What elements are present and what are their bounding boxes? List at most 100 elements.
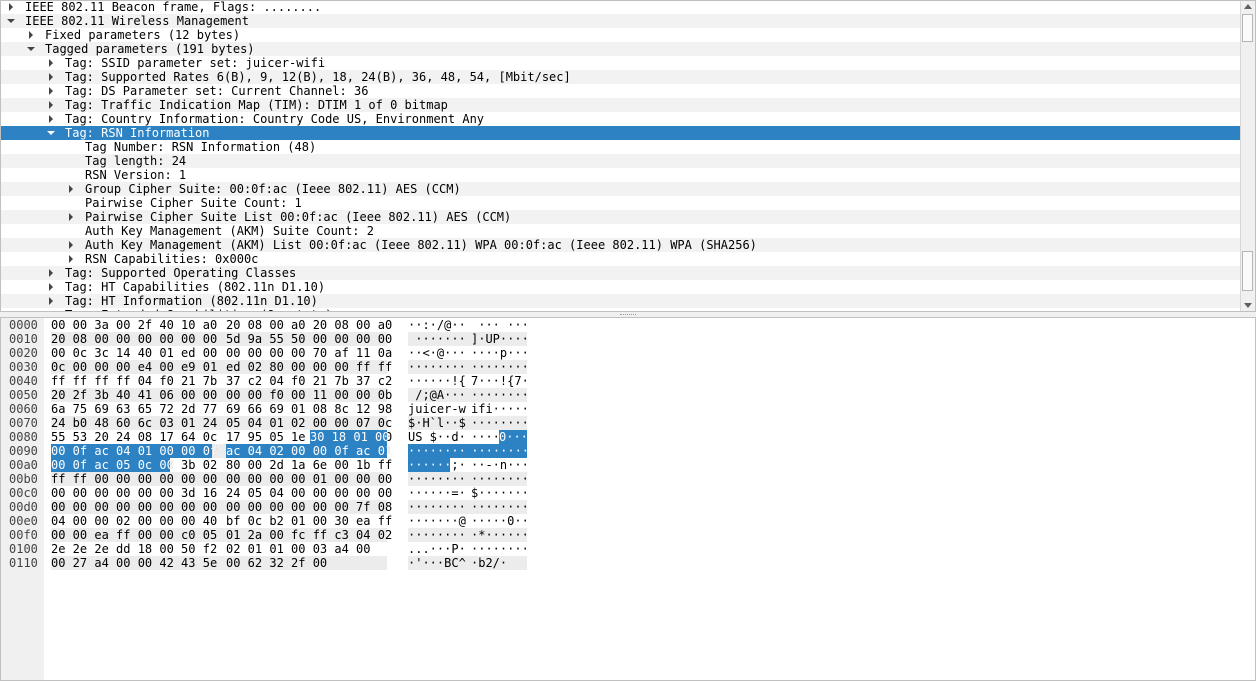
ascii-bytes-group[interactable]: ········ xyxy=(471,416,529,430)
scroll-down-arrow-icon[interactable] xyxy=(1244,303,1252,308)
ascii-bytes-group[interactable]: ·*······ xyxy=(471,528,529,542)
bytes-row[interactable]: 00f0 00 00 ea ff 00 00 c0 05 01 2a 00 fc f… xyxy=(1,528,1255,542)
expand-arrow-right-icon[interactable] xyxy=(45,70,57,84)
ascii-bytes-group[interactable]: ······=· xyxy=(408,486,466,500)
bytes-row[interactable]: 0020 00 0c 3c 14 40 01 ed 00 00 00 00 00 7… xyxy=(1,346,1255,360)
hex-bytes-group[interactable]: bf 0c b2 01 00 30 ea ff xyxy=(226,514,392,528)
hex-bytes-group[interactable]: 00 00 f0 00 11 00 00 0b xyxy=(226,388,392,402)
ascii-bytes-group[interactable]: ····p··· xyxy=(471,346,529,360)
expand-arrow-right-icon[interactable] xyxy=(45,266,57,280)
ascii-bytes-group[interactable]: ········ xyxy=(471,500,529,514)
ascii-bytes-group[interactable]: ·b2/· xyxy=(471,556,507,570)
tree-vertical-scrollbar[interactable] xyxy=(1240,1,1255,311)
tree-row[interactable]: Tag: Supported Operating Classes xyxy=(1,266,1242,280)
hex-bytes-group[interactable]: 6a 75 69 63 65 72 2d 77 xyxy=(51,402,217,416)
hex-bytes-group[interactable]: 00 27 a4 00 00 42 43 5e xyxy=(51,556,217,570)
expand-arrow-right-icon[interactable] xyxy=(45,84,57,98)
ascii-bytes-group[interactable]: ·'···BC^ xyxy=(408,556,466,570)
bytes-row[interactable]: 00c0 00 00 00 00 00 00 3d 16 24 05 04 00 0… xyxy=(1,486,1255,500)
hex-bytes-group[interactable]: 02 01 01 00 03 a4 00 xyxy=(226,542,371,556)
ascii-bytes-group[interactable]: juicer-w xyxy=(408,402,466,416)
ascii-bytes-group[interactable]: ········ xyxy=(471,388,529,402)
tree-row[interactable]: Auth Key Management (AKM) Suite Count: 2 xyxy=(1,224,1242,238)
hex-bytes-group[interactable]: 00 00 00 00 70 af 11 0a xyxy=(226,346,392,360)
ascii-bytes-group[interactable]: ··<·@··· xyxy=(408,346,466,360)
bytes-row[interactable]: 0010 20 08 00 00 00 00 00 00 5d 9a 55 50 0… xyxy=(1,332,1255,346)
expand-arrow-down-icon[interactable] xyxy=(5,14,17,28)
tree-row[interactable]: Tag: Country Information: Country Code U… xyxy=(1,112,1242,126)
bytes-row[interactable]: 0090 00 0f ac 04 01 00 00 0f ac 04 02 00 0… xyxy=(1,444,1255,458)
ascii-bytes-group[interactable]: ······!{ xyxy=(408,374,466,388)
tree-row[interactable]: Tag Number: RSN Information (48) xyxy=(1,140,1242,154)
hex-bytes-group[interactable]: 01 2a 00 fc ff c3 04 02 xyxy=(226,528,392,542)
expand-arrow-right-icon[interactable] xyxy=(5,1,17,14)
tree-row[interactable]: Group Cipher Suite: 00:0f:ac (Ieee 802.1… xyxy=(1,182,1242,196)
ascii-bytes-group[interactable]: ········ xyxy=(408,472,466,486)
tree-row[interactable]: Tag length: 24 xyxy=(1,154,1242,168)
hex-bytes-group[interactable]: 20 2f 3b 40 41 06 00 00 xyxy=(51,388,217,402)
bytes-row[interactable]: 00d0 00 00 00 00 00 00 00 00 00 00 00 00 0… xyxy=(1,500,1255,514)
expand-arrow-right-icon[interactable] xyxy=(45,98,57,112)
hex-bytes-group[interactable]: ed 02 80 00 00 00 ff ff xyxy=(226,360,392,374)
expand-arrow-right-icon[interactable] xyxy=(25,28,37,42)
bytes-row[interactable]: 00a000 0f ac 05 0c 00 3b 0280 00 2d 1a 6… xyxy=(1,458,1255,472)
ascii-bytes-group[interactable]: /;@A··· xyxy=(408,388,466,402)
ascii-bytes-group[interactable]: ··-·n··· xyxy=(471,458,529,472)
hex-bytes-group[interactable]: 00 00 00 00 00 00 7f 08 xyxy=(226,500,392,514)
hex-bytes-group[interactable]: 20 08 00 00 00 00 00 00 xyxy=(51,332,217,346)
expand-arrow-down-icon[interactable] xyxy=(45,126,57,140)
tree-row-selected[interactable]: Tag: RSN Information xyxy=(1,126,1242,140)
ascii-bytes-group[interactable]: ········ xyxy=(408,360,466,374)
hex-bytes-group[interactable]: 55 53 20 24 08 17 64 0c xyxy=(51,430,217,444)
ascii-bytes-group[interactable]: ········ xyxy=(471,360,529,374)
tree-row[interactable]: Auth Key Management (AKM) List 00:0f:ac … xyxy=(1,238,1242,252)
tree-row[interactable]: RSN Capabilities: 0x000c xyxy=(1,252,1242,266)
ascii-bytes-group[interactable]: $······· xyxy=(471,486,529,500)
ascii-bytes-group[interactable]: ······· xyxy=(408,332,466,346)
scrollbar-thumb[interactable] xyxy=(1242,14,1253,42)
hex-bytes-group[interactable]: 0c 00 00 00 e4 00 e9 01 xyxy=(51,360,217,374)
expand-arrow-right-icon[interactable] xyxy=(45,294,57,308)
bytes-row[interactable]: 0040 ff ff ff ff 04 f0 21 7b 37 c2 04 f0 2… xyxy=(1,374,1255,388)
expand-arrow-right-icon[interactable] xyxy=(45,56,57,70)
ascii-bytes-group[interactable]: ········ xyxy=(471,542,529,556)
hex-bytes-group[interactable]: 5d 9a 55 50 00 00 00 00 xyxy=(226,332,392,346)
hex-bytes-group[interactable]: 24 05 04 00 00 00 00 00 xyxy=(226,486,392,500)
scroll-up-arrow-icon[interactable] xyxy=(1244,4,1252,9)
bytes-row[interactable]: 008055 53 20 24 08 17 64 0c17 95 05 1e 3… xyxy=(1,430,1255,444)
expand-arrow-right-icon[interactable] xyxy=(65,252,77,266)
tree-row[interactable]: IEEE 802.11 Wireless Management xyxy=(1,14,1242,28)
expand-arrow-right-icon[interactable] xyxy=(65,238,77,252)
ascii-bytes-group[interactable]: ········ xyxy=(408,500,466,514)
ascii-bytes-group[interactable]: ··:·/@·· xyxy=(408,318,466,332)
ascii-bytes-group[interactable]: ·····0·· xyxy=(471,514,529,528)
ascii-bytes-group[interactable]: US $··d· xyxy=(408,430,466,444)
hex-bytes-group[interactable]: ff ff 00 00 00 00 00 00 xyxy=(51,472,217,486)
scrollbar-track-segment[interactable] xyxy=(1242,251,1253,291)
tree-row[interactable]: Pairwise Cipher Suite List 00:0f:ac (Iee… xyxy=(1,210,1242,224)
hex-bytes-group[interactable]: 05 04 01 02 00 00 07 0c xyxy=(226,416,392,430)
tree-row[interactable]: Tag: Traffic Indication Map (TIM): DTIM … xyxy=(1,98,1242,112)
tree-row[interactable]: RSN Version: 1 xyxy=(1,168,1242,182)
ascii-bytes-group[interactable]: ··· ··· xyxy=(471,318,529,332)
tree-row[interactable]: Tag: DS Parameter set: Current Channel: … xyxy=(1,84,1242,98)
expand-arrow-right-icon[interactable] xyxy=(65,210,77,224)
hex-bytes-group[interactable]: 00 00 3a 00 2f 40 10 a0 xyxy=(51,318,217,332)
hex-bytes-group[interactable]: 00 00 00 00 00 00 3d 16 xyxy=(51,486,217,500)
hex-bytes-group[interactable]: 00 62 32 2f 00 xyxy=(226,556,327,570)
ascii-bytes-group[interactable]: ifi····· xyxy=(471,402,529,416)
packet-details-tree[interactable]: IEEE 802.11 Beacon frame, Flags: .......… xyxy=(0,0,1256,312)
ascii-bytes-group[interactable]: ·······@ xyxy=(408,514,466,528)
hex-bytes-group[interactable]: 2e 2e 2e dd 18 00 50 f2 xyxy=(51,542,217,556)
hex-bytes-group[interactable]: 00 00 00 00 00 00 00 00 xyxy=(51,500,217,514)
expand-arrow-right-icon[interactable] xyxy=(45,112,57,126)
tree-row[interactable]: Tag: Supported Rates 6(B), 9, 12(B), 18,… xyxy=(1,70,1242,84)
hex-bytes-group[interactable]: 37 c2 04 f0 21 7b 37 c2 xyxy=(226,374,392,388)
tree-row[interactable]: Tag: HT Information (802.11n D1.10) xyxy=(1,294,1242,308)
ascii-bytes-group[interactable]: ]·UP···· xyxy=(471,332,529,346)
ascii-bytes-group[interactable]: 7···!{7· xyxy=(471,374,529,388)
bytes-row[interactable]: 0030 0c 00 00 00 e4 00 e9 01 ed 02 80 00 0… xyxy=(1,360,1255,374)
bytes-row[interactable]: 0110 00 27 a4 00 00 42 43 5e 00 62 32 2f 0… xyxy=(1,556,1255,570)
hex-bytes-group[interactable]: 00 00 ea ff 00 00 c0 05 xyxy=(51,528,217,542)
bytes-row[interactable]: 0060 6a 75 69 63 65 72 2d 77 69 66 69 01 0… xyxy=(1,402,1255,416)
